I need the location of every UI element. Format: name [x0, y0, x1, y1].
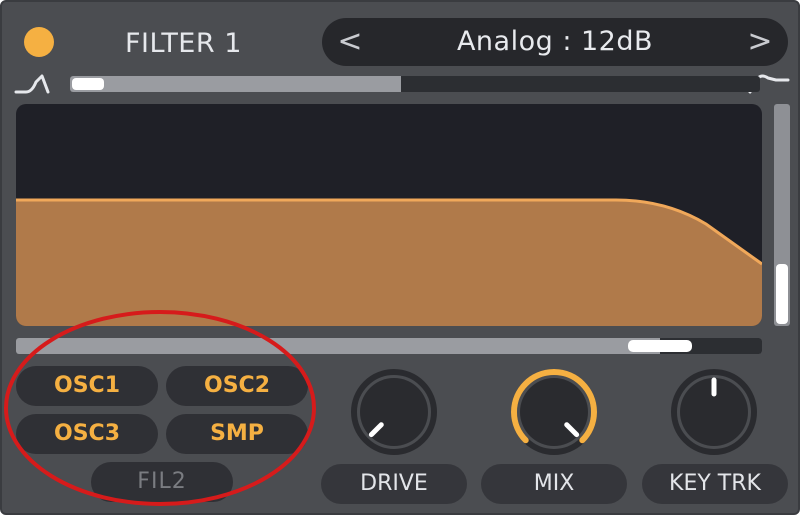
cutoff-slider[interactable] [16, 338, 762, 354]
route-smp-button[interactable]: SMP [166, 414, 308, 454]
resonance-thumb[interactable] [776, 264, 788, 324]
filter-response-display[interactable] [16, 104, 762, 326]
route-osc2-button[interactable]: OSC2 [166, 366, 308, 406]
key-track-knob[interactable] [668, 366, 760, 458]
filter-curve-fill [16, 200, 762, 326]
filter-morph-slider[interactable] [70, 76, 760, 92]
mix-label: MIX [481, 464, 627, 504]
prev-filter-type-button[interactable]: < [330, 18, 370, 66]
filter-response-curve [16, 198, 762, 326]
filter-panel: FILTER 1 < Analog : 12dB > OSC1 OSC2 OSC… [0, 0, 800, 515]
filter-title: FILTER 1 [125, 28, 242, 59]
filter-morph-thumb[interactable] [72, 78, 104, 90]
filter-morph-fill [70, 76, 402, 92]
resonance-slider[interactable] [774, 104, 790, 326]
filter-type-selector[interactable]: < Analog : 12dB > [322, 18, 788, 66]
mix-knob[interactable] [508, 366, 600, 458]
power-toggle[interactable] [24, 27, 54, 57]
cutoff-thumb[interactable] [628, 340, 693, 352]
drive-knob[interactable] [348, 366, 440, 458]
route-fil2-button[interactable]: FIL2 [91, 462, 233, 502]
filter-type-label: Analog : 12dB [456, 26, 654, 57]
route-osc1-button[interactable]: OSC1 [16, 366, 158, 406]
drive-label: DRIVE [321, 464, 467, 504]
route-osc3-button[interactable]: OSC3 [16, 414, 158, 454]
key-track-label: KEY TRK [642, 464, 788, 504]
high-pass-icon[interactable] [14, 70, 58, 96]
next-filter-type-button[interactable]: > [740, 18, 780, 66]
